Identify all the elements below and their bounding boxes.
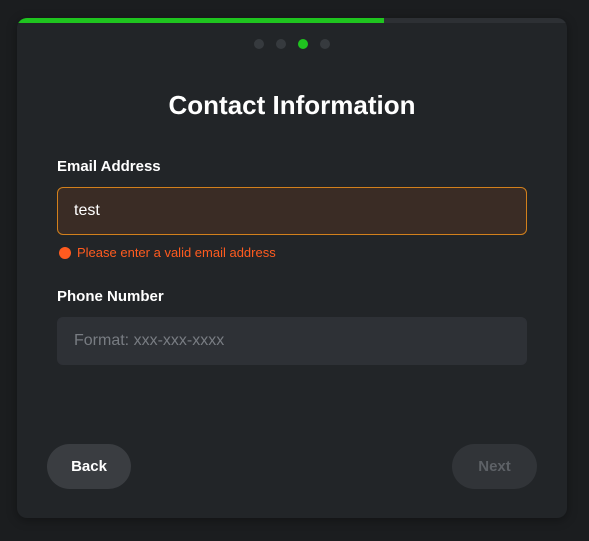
step-dot-4 (320, 39, 330, 49)
page-title: Contact Information (168, 90, 416, 120)
email-error-text: Please enter a valid email address (77, 245, 276, 260)
phone-field[interactable] (57, 317, 527, 365)
progress-bar (17, 18, 567, 23)
email-error-message: Please enter a valid email address (59, 245, 276, 260)
back-button[interactable]: Back (47, 444, 131, 489)
error-circle-icon (59, 246, 71, 259)
email-field[interactable] (57, 187, 527, 235)
wizard-card: Contact Information Email Address Please… (17, 18, 567, 518)
step-dot-2 (276, 39, 286, 49)
step-dot-3 (298, 39, 308, 49)
next-button[interactable]: Next (452, 444, 537, 489)
phone-label: Phone Number (57, 288, 164, 305)
email-label: Email Address (57, 158, 161, 175)
progress-bar-fill (17, 18, 384, 23)
step-dot-1 (254, 39, 264, 49)
step-indicator (17, 39, 567, 49)
